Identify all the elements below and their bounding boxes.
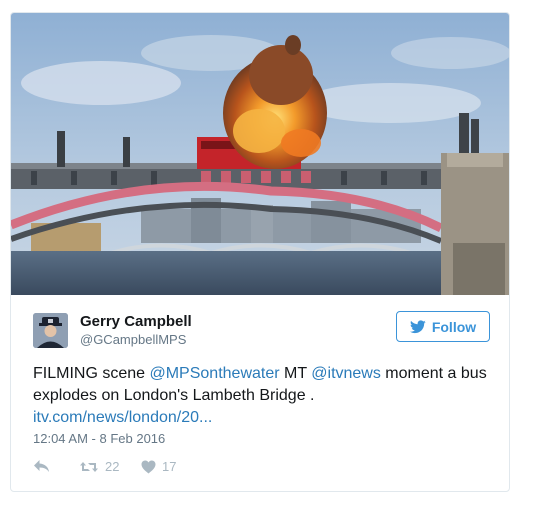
twitter-bird-icon bbox=[409, 319, 426, 333]
follow-button[interactable]: Follow bbox=[396, 311, 490, 342]
tweet-text-prefix: FILMING scene bbox=[33, 365, 150, 382]
author-avatar[interactable] bbox=[33, 313, 68, 348]
mention-mpsonthewater[interactable]: @MPSonthewater bbox=[149, 365, 279, 382]
retweet-icon bbox=[80, 461, 98, 472]
bus-explosion-photo bbox=[11, 13, 509, 295]
tweet-photo[interactable] bbox=[11, 13, 509, 295]
author-handle[interactable]: @GCampbellMPS bbox=[80, 332, 186, 347]
tweet-text: FILMING scene @MPSonthewater MT @itvnews… bbox=[33, 363, 493, 429]
follow-label: Follow bbox=[431, 318, 477, 335]
tweet-text-mid: MT bbox=[279, 365, 312, 382]
heart-icon bbox=[141, 460, 156, 473]
retweet-button[interactable]: 22 bbox=[79, 459, 119, 474]
reply-icon bbox=[34, 460, 49, 472]
tweet-link[interactable]: itv.com/news/london/20... bbox=[33, 409, 212, 426]
like-count: 17 bbox=[162, 459, 177, 474]
mention-itvnews[interactable]: @itvnews bbox=[311, 365, 381, 382]
tweet-timestamp[interactable]: 12:04 AM - 8 Feb 2016 bbox=[33, 431, 165, 446]
reply-button[interactable] bbox=[33, 459, 50, 473]
author-name[interactable]: Gerry Campbell bbox=[80, 313, 192, 330]
embedded-tweet-card: Gerry Campbell @GCampbellMPS Follow FILM… bbox=[10, 12, 510, 492]
retweet-count: 22 bbox=[105, 459, 120, 474]
like-button[interactable]: 17 bbox=[141, 459, 176, 474]
police-officer-avatar-image bbox=[33, 313, 68, 348]
